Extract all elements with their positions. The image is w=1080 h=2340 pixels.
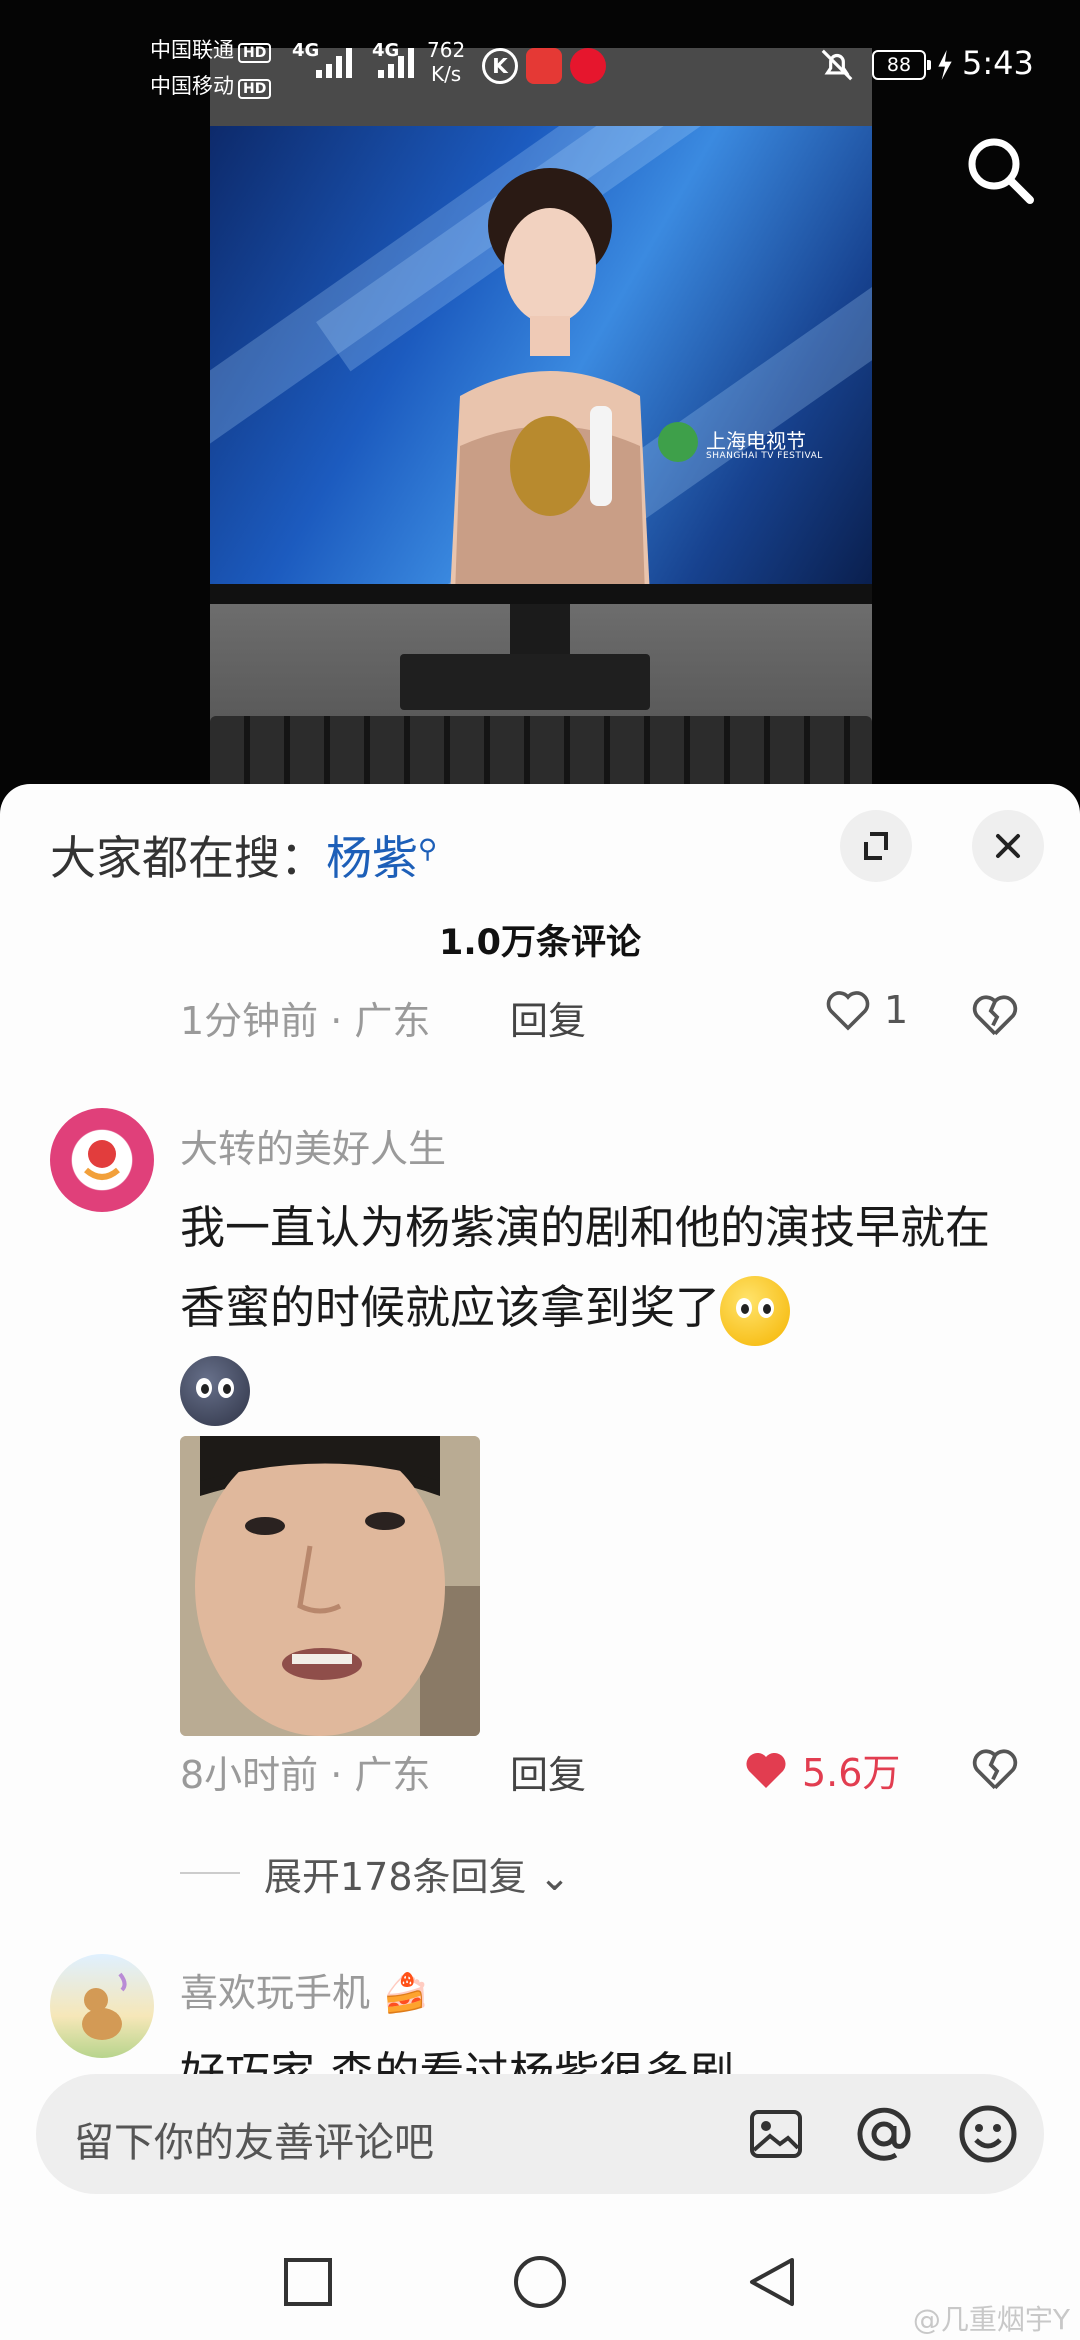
actress-figure: [450, 168, 650, 584]
comment-text: 我一直认为杨紫演的剧和他的演技早就在香蜜的时候就应该拿到奖了: [180, 1188, 1010, 1428]
reaction-face-image: [180, 1436, 480, 1736]
comments-count-title: 1.0万条评论: [438, 923, 641, 963]
watermark: @几重烟宇Y: [912, 2303, 1070, 2336]
like-button[interactable]: 5.6万: [742, 1742, 900, 1797]
broken-heart-icon[interactable]: [970, 1746, 1020, 1792]
tv-festival-logo-icon: [658, 422, 698, 462]
divider: [180, 1872, 240, 1874]
huawei-app-icon: [526, 48, 562, 84]
avatar[interactable]: [50, 1954, 154, 2058]
carrier-2: 中国移动 HD: [150, 70, 272, 100]
comment-sheet: 大家都在搜：杨紫⚲ 1.0万条评论 1分钟前 · 广东 回复 1 大转的美好人生: [0, 784, 1080, 2224]
new-moon-face-emoji-icon: [180, 1356, 250, 1426]
emoji-icon[interactable]: [954, 2100, 1022, 2168]
comment-meta: 8小时前 · 广东: [180, 1753, 431, 1797]
close-icon: [996, 834, 1020, 858]
charging-icon: [938, 50, 952, 80]
signal-bars-1-icon: [310, 46, 354, 78]
hot-search-bar[interactable]: 大家都在搜：杨紫⚲: [50, 822, 437, 888]
expand-icon: [864, 832, 888, 860]
mention-icon[interactable]: [850, 2100, 918, 2168]
network-speed: 762 K/s: [427, 38, 466, 86]
like-count: 5.6万: [802, 1751, 901, 1795]
close-button[interactable]: [972, 810, 1044, 882]
username[interactable]: 大转的美好人生: [180, 1118, 446, 1173]
clock: 5:43: [962, 44, 1034, 82]
like-button[interactable]: 1: [824, 988, 908, 1032]
k-app-icon: K: [482, 48, 518, 84]
heart-filled-icon: [746, 1752, 786, 1788]
broken-heart-icon[interactable]: [970, 992, 1020, 1038]
flushed-face-emoji-icon: [720, 1276, 791, 1346]
video-player[interactable]: 上海电视节 SHANGHAI TV FESTIVAL 中国联通 HD 中国移动 HD…: [0, 0, 1080, 800]
hot-search-term[interactable]: 杨紫: [326, 831, 418, 885]
hot-search-prefix: 大家都在搜：: [50, 831, 326, 885]
search-small-icon: ⚲: [418, 834, 438, 865]
cake-icon: 🍰: [370, 1971, 430, 2015]
reply-button[interactable]: 回复: [510, 990, 586, 1045]
carrier-1: 中国联通 HD: [150, 34, 272, 64]
back-icon[interactable]: [742, 2252, 802, 2312]
recent-apps-icon[interactable]: [278, 2252, 338, 2312]
video-frame: 上海电视节 SHANGHAI TV FESTIVAL: [210, 48, 872, 784]
image-picker-icon[interactable]: [742, 2100, 810, 2168]
heart-outline-icon: [826, 991, 870, 1031]
search-icon[interactable]: [960, 130, 1040, 210]
comment-image[interactable]: [180, 1436, 480, 1736]
avatar[interactable]: [50, 1108, 154, 1212]
reply-button[interactable]: 回复: [510, 1744, 586, 1799]
avatar-logo-icon: [72, 1130, 132, 1190]
signal-bars-2-icon: [372, 46, 416, 78]
status-bar: 中国联通 HD 中国移动 HD 4G 4G 762 K/s K 88 5:43: [0, 0, 1080, 120]
like-count: 1: [884, 988, 909, 1032]
expand-replies-button[interactable]: 展开178条回复 ⌄: [264, 1846, 570, 1901]
comment-input[interactable]: 留下你的友善评论吧: [36, 2074, 1044, 2194]
chevron-down-icon: ⌄: [526, 1855, 571, 1899]
mute-bell-icon: [821, 49, 853, 81]
monitor-screen: 上海电视节 SHANGHAI TV FESTIVAL: [210, 126, 872, 584]
username[interactable]: 喜欢玩手机 🍰: [180, 1962, 429, 2017]
home-icon[interactable]: [510, 2252, 570, 2312]
keyboard: [210, 716, 872, 784]
tv-festival-logo: 上海电视节 SHANGHAI TV FESTIVAL: [706, 429, 823, 461]
monitor-bezel: [210, 584, 872, 604]
comment-input-placeholder: 留下你的友善评论吧: [74, 2120, 434, 2166]
fullscreen-button[interactable]: [840, 810, 912, 882]
battery-indicator: 88: [872, 50, 931, 80]
avatar-cat-icon: [82, 1972, 127, 2040]
weibo-app-icon: [570, 48, 606, 84]
comment-text: 好巧家 森的看过杨紫很多剧: [180, 2047, 735, 2074]
comment-meta: 1分钟前 · 广东: [180, 999, 431, 1043]
monitor-stand-base: [400, 654, 650, 710]
